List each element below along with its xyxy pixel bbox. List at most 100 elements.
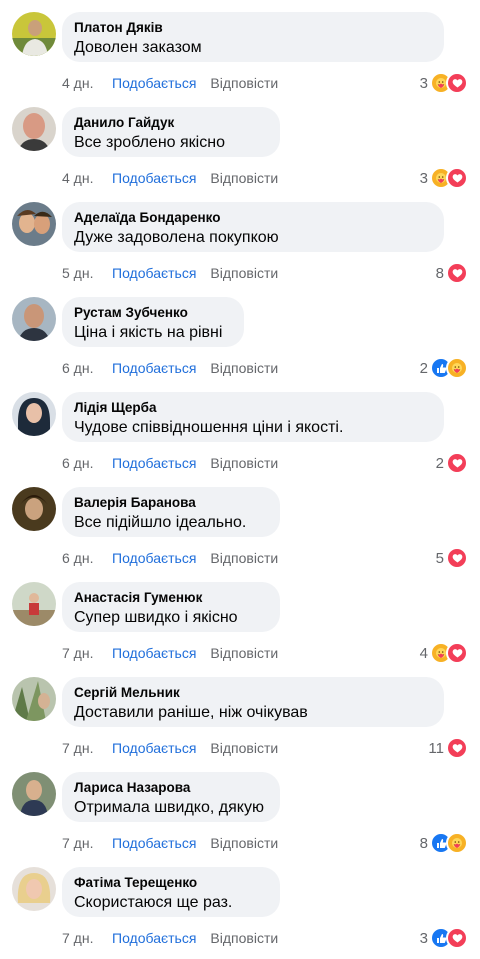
like-button[interactable]: Подобається [112,74,196,92]
reactions-count: 5 [435,549,444,567]
reactions-summary[interactable]: 5 [436,547,468,569]
reactions-summary[interactable]: 3 [420,167,468,189]
avatar[interactable] [12,772,56,816]
like-button[interactable]: Подобається [112,929,196,947]
comment-author[interactable]: Валерія Баранова [74,494,268,512]
comment-time[interactable]: 7 дн. [62,644,112,662]
comment-author[interactable]: Лариса Назарова [74,779,268,797]
comment-author[interactable]: Данило Гайдук [74,114,268,132]
like-button[interactable]: Подобається [112,359,196,377]
heart-icon [446,167,468,189]
reactions-summary[interactable]: 3 [420,927,468,949]
avatar[interactable] [12,202,56,246]
reactions-summary[interactable]: 2 [436,452,468,474]
avatar[interactable] [12,867,56,911]
reply-button[interactable]: Відповісти [210,264,278,282]
avatar[interactable] [12,392,56,436]
like-button[interactable]: Подобається [112,264,196,282]
comment-bubble: Аделаїда Бондаренко Дуже задоволена поку… [62,202,444,252]
comment: Анастасія Гуменюк Супер швидко і якісно … [0,570,480,665]
comment: Данило Гайдук Все зроблено якісно 4 дн. П… [0,95,480,190]
reply-button[interactable]: Відповісти [210,169,278,187]
reply-button[interactable]: Відповісти [210,929,278,947]
comment-actions: 4 дн. Подобається Відповісти [62,169,278,187]
reply-button[interactable]: Відповісти [210,834,278,852]
like-button[interactable]: Подобається [112,169,196,187]
care-icon [446,357,468,379]
comment-author[interactable]: Сергій Мельник [74,684,432,702]
comment: Фатіма Терещенко Скористаюся ще раз. 7 д… [0,855,480,950]
comment-actions: 6 дн. Подобається Відповісти [62,359,278,377]
comment-author[interactable]: Фатіма Терещенко [74,874,268,892]
comment-time[interactable]: 7 дн. [62,739,112,757]
reactions-summary[interactable]: 8 [420,832,468,854]
comment-actions: 4 дн. Подобається Відповісти [62,74,278,92]
like-button[interactable]: Подобається [112,549,196,567]
reactions-count: 8 [419,834,428,852]
comment-time[interactable]: 7 дн. [62,929,112,947]
reply-button[interactable]: Відповісти [210,739,278,757]
reactions-count: 2 [419,359,428,377]
comment-author[interactable]: Платон Дяків [74,19,432,37]
reactions-summary[interactable]: 2 [420,357,468,379]
heart-icon [446,927,468,949]
reactions-count: 4 [419,644,428,662]
comment-actions: 7 дн. Подобається Відповісти [62,739,278,757]
comment-text: Все підійшло ідеально. [74,514,247,531]
comment: Валерія Баранова Все підійшло ідеально. … [0,475,480,570]
comment-time[interactable]: 4 дн. [62,169,112,187]
comment-time[interactable]: 5 дн. [62,264,112,282]
comment: Лідія Щерба Чудове співвідношення ціни і… [0,380,480,475]
comment-time[interactable]: 4 дн. [62,74,112,92]
avatar[interactable] [12,677,56,721]
avatar[interactable] [12,107,56,151]
reactions-count: 3 [419,169,428,187]
comment-text: Ціна і якість на рівні [74,324,223,341]
like-button[interactable]: Подобається [112,739,196,757]
avatar[interactable] [12,12,56,56]
reactions-count: 3 [419,74,428,92]
heart-icon [446,642,468,664]
avatar[interactable] [12,582,56,626]
avatar[interactable] [12,487,56,531]
heart-icon [446,262,468,284]
comment-text: Доволен заказом [74,39,202,56]
like-button[interactable]: Подобається [112,834,196,852]
reply-button[interactable]: Відповісти [210,359,278,377]
reactions-count: 3 [419,929,428,947]
comment-actions: 7 дн. Подобається Відповісти [62,644,278,662]
reactions-summary[interactable]: 8 [436,262,468,284]
reply-button[interactable]: Відповісти [210,454,278,472]
like-button[interactable]: Подобається [112,644,196,662]
reply-button[interactable]: Відповісти [210,74,278,92]
comment-actions: 7 дн. Подобається Відповісти [62,929,278,947]
comment-text: Все зроблено якісно [74,134,225,151]
avatar[interactable] [12,297,56,341]
comment-text: Чудове співвідношення ціни і якості. [74,419,344,436]
comment-time[interactable]: 6 дн. [62,454,112,472]
comment-actions: 6 дн. Подобається Відповісти [62,549,278,567]
comment-text: Супер швидко і якісно [74,609,238,626]
heart-icon [446,737,468,759]
heart-icon [446,547,468,569]
heart-icon [446,452,468,474]
comment-time[interactable]: 6 дн. [62,359,112,377]
comment-time[interactable]: 6 дн. [62,549,112,567]
comment-actions: 6 дн. Подобається Відповісти [62,454,278,472]
reactions-summary[interactable]: 4 [420,642,468,664]
comment-author[interactable]: Анастасія Гуменюк [74,589,268,607]
comment-time[interactable]: 7 дн. [62,834,112,852]
reactions-summary[interactable]: 11 [428,737,468,759]
comment-actions: 5 дн. Подобається Відповісти [62,264,278,282]
reply-button[interactable]: Відповісти [210,549,278,567]
like-button[interactable]: Подобається [112,454,196,472]
reply-button[interactable]: Відповісти [210,644,278,662]
comment-bubble: Платон Дяків Доволен заказом [62,12,444,62]
comment-bubble: Рустам Зубченко Ціна і якість на рівні [62,297,244,347]
comment-author[interactable]: Рустам Зубченко [74,304,232,322]
comment-author[interactable]: Лідія Щерба [74,399,432,417]
comment-bubble: Валерія Баранова Все підійшло ідеально. [62,487,280,537]
reactions-summary[interactable]: 3 [420,72,468,94]
comment-text: Скористаюся ще раз. [74,894,233,911]
comment-author[interactable]: Аделаїда Бондаренко [74,209,432,227]
